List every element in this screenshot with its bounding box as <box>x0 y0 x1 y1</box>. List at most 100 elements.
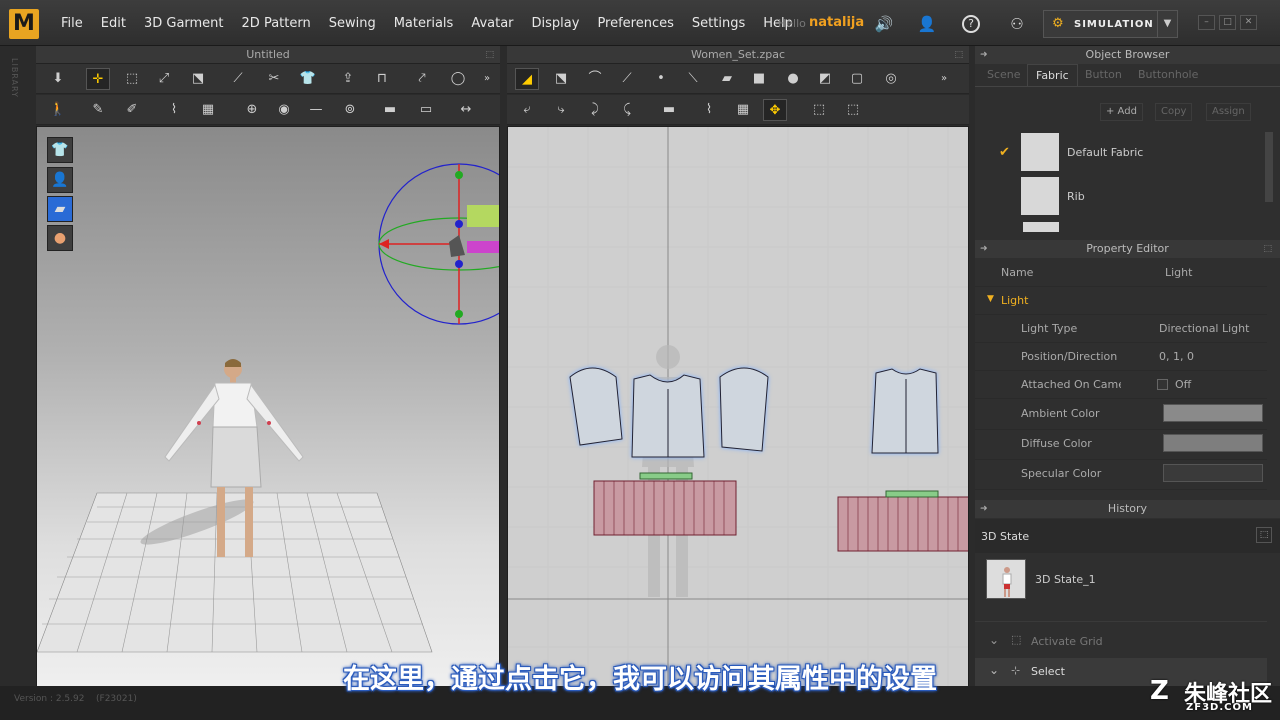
edit-point-icon[interactable]: ⬔ <box>186 68 210 90</box>
scrollbar[interactable] <box>1265 132 1273 202</box>
pin-line-icon[interactable]: ✐ <box>120 99 144 121</box>
zipper-icon[interactable]: — <box>304 99 328 121</box>
property-section[interactable]: ▼ Light <box>975 287 1267 315</box>
tab-scene[interactable]: Scene <box>987 64 1021 86</box>
multi-sewing-icon[interactable]: ⤸ <box>583 99 607 121</box>
history-item[interactable]: 3D State_1 <box>975 555 1280 603</box>
button-add-icon[interactable]: ⊕ <box>240 99 264 121</box>
menu-settings[interactable]: Settings <box>683 16 754 31</box>
texture-icon[interactable]: ▦ <box>196 99 220 121</box>
polygon-icon[interactable]: ▰ <box>715 68 739 90</box>
add-point-icon[interactable]: • <box>649 68 673 90</box>
ambient-color-swatch[interactable] <box>1163 404 1263 422</box>
pin-2d-icon[interactable]: ⌇ <box>697 99 721 121</box>
menu-avatar[interactable]: Avatar <box>462 16 522 31</box>
transform-pattern-icon[interactable]: ◢ <box>515 68 539 90</box>
internal-rect-icon[interactable]: ▢ <box>845 68 869 90</box>
free-sewing-icon[interactable]: ⤷ <box>549 99 573 121</box>
chevron-down-icon[interactable]: ⌄ <box>989 633 999 647</box>
history-step[interactable]: ⌄ ⬚ Activate Grid <box>975 629 1267 655</box>
chevron-down-icon[interactable]: ▼ <box>987 294 994 304</box>
topstitch-icon[interactable]: ▬ <box>378 99 402 121</box>
history-add-icon[interactable]: ⬚ <box>1256 527 1272 543</box>
help-icon[interactable]: ? <box>962 15 980 33</box>
more-icon[interactable]: » <box>937 68 951 90</box>
assign-fabric-button[interactable]: Assign <box>1206 103 1251 121</box>
edit-pattern-icon[interactable]: ⬔ <box>549 68 573 90</box>
pin-icon[interactable]: ⬚ <box>954 46 963 64</box>
texture-2d-icon[interactable]: ▦ <box>731 99 755 121</box>
internal-polygon-icon[interactable]: ◩ <box>813 68 837 90</box>
minimize-icon[interactable]: – <box>1198 15 1215 30</box>
shirt-tool-icon[interactable]: 👕 <box>296 68 320 90</box>
collapse-icon[interactable]: ➜ <box>980 46 988 64</box>
buttonhole-icon[interactable]: ⊚ <box>338 99 362 121</box>
pin-tool-icon[interactable]: ⤤ <box>410 68 434 90</box>
menu-edit[interactable]: Edit <box>92 16 135 31</box>
diffuse-color-swatch[interactable] <box>1163 434 1263 452</box>
user-icon[interactable]: 👤 <box>916 13 938 35</box>
tab-fabric[interactable]: Fabric <box>1027 64 1078 86</box>
select-2d-icon[interactable]: ⬚ <box>807 99 831 121</box>
tack-icon[interactable]: ✎ <box>86 99 110 121</box>
grain-icon[interactable]: ✥ <box>763 99 787 121</box>
select-internal-icon[interactable]: ⬚ <box>841 99 865 121</box>
chevron-down-icon[interactable]: ▼ <box>1157 11 1177 37</box>
copy-fabric-button[interactable]: Copy <box>1155 103 1193 121</box>
name-value[interactable]: Light <box>1165 266 1192 279</box>
tab-buttonhole[interactable]: Buttonhole <box>1138 64 1198 86</box>
property-value[interactable]: 0, 1, 0 <box>1159 350 1194 363</box>
maximize-icon[interactable]: □ <box>1219 15 1236 30</box>
rectangle-icon[interactable]: ■ <box>747 68 771 90</box>
pin-icon[interactable]: ⬚ <box>485 46 494 64</box>
move-down-icon[interactable]: ⬇ <box>46 68 70 90</box>
ring-tool-icon[interactable]: ◯ <box>446 68 470 90</box>
close-icon[interactable]: ✕ <box>1240 15 1257 30</box>
specular-color-swatch[interactable] <box>1163 464 1263 482</box>
menu-preferences[interactable]: Preferences <box>588 16 682 31</box>
line-tool-icon[interactable]: ⟋ <box>226 68 250 90</box>
viewport-3d[interactable]: 👕 👤 ▰ ● <box>36 126 500 688</box>
collapse-icon[interactable]: ➜ <box>980 240 988 258</box>
menu-file[interactable]: File <box>52 16 92 31</box>
fabric-item[interactable]: ✔ Default Fabric <box>991 131 1271 173</box>
attached-checkbox[interactable] <box>1157 379 1168 390</box>
tab-button[interactable]: Button <box>1085 64 1122 86</box>
viewport-2d[interactable] <box>507 126 969 688</box>
segment-sewing-icon[interactable]: ⤶ <box>515 99 539 121</box>
menu-materials[interactable]: Materials <box>385 16 463 31</box>
menu-display[interactable]: Display <box>523 16 589 31</box>
curve-point-icon[interactable]: ⟋ <box>615 68 639 90</box>
measure-icon[interactable]: ↔ <box>454 99 478 121</box>
avatar-icon[interactable]: ⚇ <box>1006 13 1028 35</box>
menu-3d-garment[interactable]: 3D Garment <box>135 16 233 31</box>
garment-tool-icon[interactable]: ✂ <box>262 68 286 90</box>
sew-3d-icon[interactable]: ⌇ <box>162 99 186 121</box>
more-icon[interactable]: » <box>480 68 494 90</box>
fabric-item[interactable]: Rib <box>991 175 1271 217</box>
user-name[interactable]: natalija <box>809 15 864 30</box>
circle-icon[interactable]: ● <box>781 68 805 90</box>
internal-circle-icon[interactable]: ◎ <box>879 68 903 90</box>
collapse-icon[interactable]: ➜ <box>980 500 988 518</box>
menu-2d-pattern[interactable]: 2D Pattern <box>233 16 320 31</box>
trace-icon[interactable]: ▬ <box>657 99 681 121</box>
menu-sewing[interactable]: Sewing <box>320 16 385 31</box>
add-fabric-button[interactable]: + Add <box>1100 103 1143 121</box>
pin-icon[interactable]: ⬚ <box>1263 240 1272 258</box>
property-value[interactable]: Directional Light <box>1159 322 1249 335</box>
edit-curve-icon[interactable]: ⌒ <box>583 68 607 90</box>
avatar-pose-icon[interactable]: 🚶 <box>46 99 70 121</box>
simulation-button[interactable]: ⚙ SIMULATION ▼ <box>1043 10 1178 38</box>
button-icon[interactable]: ◉ <box>272 99 296 121</box>
move-tool-icon[interactable]: ✛ <box>86 68 110 90</box>
internal-line-icon[interactable]: ⟍ <box>681 68 705 90</box>
transform-icon[interactable]: ⤢ <box>152 68 176 90</box>
fold-icon[interactable]: ⊓ <box>370 68 394 90</box>
speaker-icon[interactable]: 🔊 <box>873 13 895 35</box>
arrange-icon[interactable]: ⇪ <box>336 68 360 90</box>
select-box-icon[interactable]: ⬚ <box>120 68 144 90</box>
fabric-icon[interactable]: ▭ <box>414 99 438 121</box>
library-label[interactable]: LIBRARY <box>10 58 19 98</box>
check-sewing-icon[interactable]: ⤹ <box>615 99 639 121</box>
